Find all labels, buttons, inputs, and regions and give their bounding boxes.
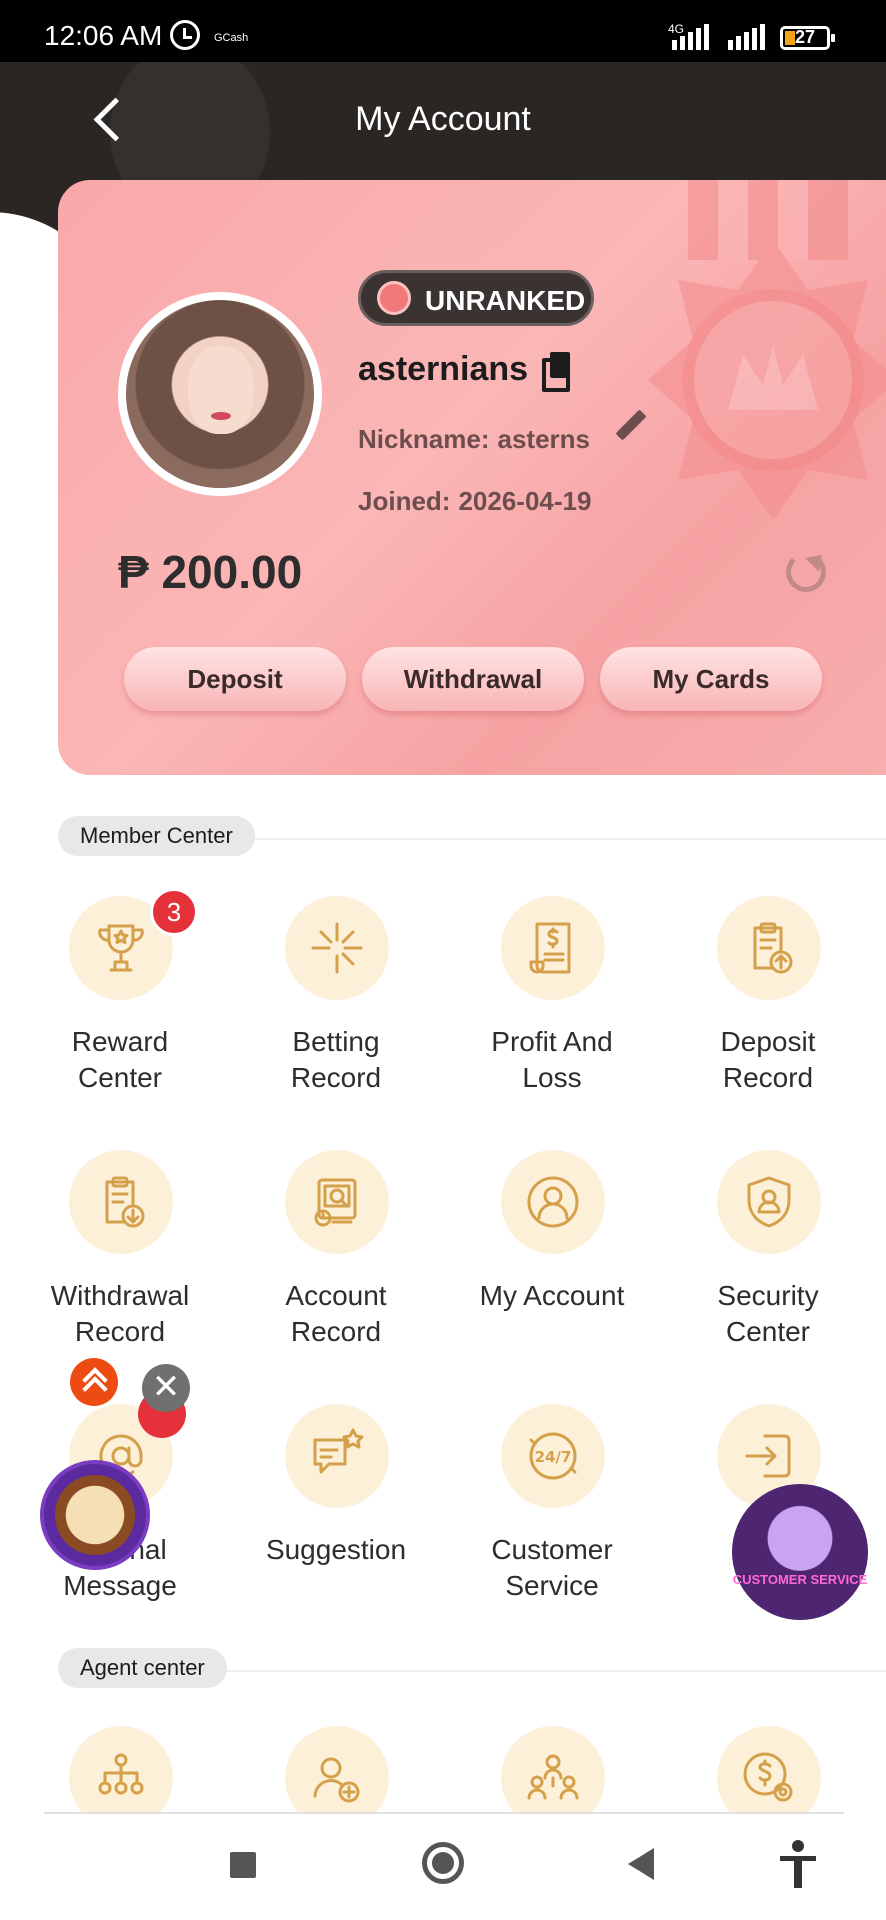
- clipboard-download-icon: [69, 1150, 173, 1254]
- menu-item-suggestion[interactable]: Suggestion: [228, 1404, 444, 1624]
- status-bar: 12:06 AM GCash 4G 27: [0, 0, 886, 62]
- user-circle-icon: [501, 1150, 605, 1254]
- menu-item-profit-and-loss[interactable]: Profit And Loss: [444, 896, 660, 1116]
- team-icon: [501, 1726, 605, 1812]
- my-cards-button[interactable]: My Cards: [600, 647, 822, 711]
- notification-badge: 3: [150, 888, 198, 936]
- withdrawal-button[interactable]: Withdrawal: [362, 647, 584, 711]
- profile-card: UNRANKED asternians Nickname: asterns Joi…: [58, 180, 886, 775]
- nickname-value: asterns: [497, 424, 591, 454]
- clipboard-upload-icon: [717, 896, 821, 1000]
- status-time: 12:06 AM: [44, 20, 163, 51]
- menu-item-my-account[interactable]: My Account: [444, 1150, 660, 1370]
- ledger-search-icon: [285, 1150, 389, 1254]
- menu-item-label: Reward Center: [71, 1026, 169, 1093]
- menu-item-reward-center[interactable]: 3 Reward Center: [12, 888, 228, 1116]
- scroll-top-icon[interactable]: [70, 1358, 118, 1406]
- section-divider: [240, 838, 886, 840]
- rank-medal-icon: [377, 281, 411, 315]
- menu-item-withdrawal-record[interactable]: Withdrawal Record: [12, 1150, 228, 1370]
- sparkle-icon: [285, 896, 389, 1000]
- menu-item-customer-service[interactable]: 24/7 Customer Service: [444, 1404, 660, 1624]
- nickname-row: Nickname: asterns: [358, 424, 590, 455]
- refresh-icon[interactable]: [786, 552, 826, 592]
- agent-item-org-chart[interactable]: [12, 1726, 228, 1812]
- agent-item-team[interactable]: [444, 1726, 660, 1812]
- balance: ₱ 200.00: [118, 546, 303, 598]
- signal-icon-2: [728, 22, 765, 50]
- deposit-button[interactable]: Deposit: [124, 647, 346, 711]
- menu-item-label: Profit And Loss: [491, 1026, 613, 1093]
- system-nav-bar: [0, 1814, 886, 1920]
- menu-item-account-record[interactable]: Account Record: [228, 1150, 444, 1370]
- battery-level: 27: [794, 27, 816, 47]
- customer-service-float-label: CUSTOMER SERVICE: [732, 1572, 868, 1587]
- menu-item-security-center[interactable]: Security Center: [660, 1150, 876, 1370]
- agent-center-title: Agent center: [58, 1648, 227, 1688]
- agent-item-add-user[interactable]: [228, 1726, 444, 1812]
- gcash-notification: GCash: [214, 32, 249, 44]
- add-user-icon: [285, 1726, 389, 1812]
- member-center-title: Member Center: [58, 816, 255, 856]
- alarm-icon: [170, 20, 200, 50]
- page-title: My Account: [355, 100, 531, 138]
- joined-label: Joined:: [358, 486, 451, 516]
- joined-date: 2026-04-19: [458, 486, 592, 516]
- copy-icon[interactable]: [542, 352, 572, 392]
- menu-item-deposit-record[interactable]: Deposit Record: [660, 896, 876, 1116]
- chat-star-icon: [285, 1404, 389, 1508]
- joined-row: Joined: 2026-04-19: [358, 486, 591, 517]
- rank-badge: UNRANKED: [358, 270, 594, 326]
- promo-bowl-icon[interactable]: [40, 1460, 150, 1570]
- edit-pencil-icon[interactable]: [615, 409, 647, 441]
- signal-icon: [672, 22, 709, 50]
- back-nav-icon[interactable]: [628, 1848, 654, 1880]
- menu-item-betting-record[interactable]: Betting Record: [228, 896, 444, 1116]
- menu-item-label: Withdrawal Record: [50, 1280, 190, 1347]
- menu-item-label: Suggestion: [265, 1534, 407, 1565]
- battery-icon: 27: [780, 26, 835, 50]
- medal-watermark-icon: [648, 180, 886, 520]
- receipt-dollar-icon: [501, 896, 605, 1000]
- menu-item-label: My Account: [479, 1280, 625, 1311]
- avatar-image: [126, 300, 314, 488]
- nickname-label: Nickname:: [358, 424, 490, 454]
- section-divider: [222, 1670, 886, 1672]
- shield-user-icon: [717, 1150, 821, 1254]
- close-float-button[interactable]: ✕: [142, 1364, 190, 1412]
- menu-item-label: Customer Service: [491, 1534, 613, 1601]
- menu-item-label: Deposit Record: [720, 1026, 816, 1093]
- menu-item-label: Account Record: [285, 1280, 387, 1347]
- menu-item-label: Security Center: [717, 1280, 819, 1347]
- recent-apps-icon[interactable]: [230, 1852, 256, 1878]
- agent-item-commission[interactable]: [660, 1726, 876, 1812]
- username: asternians: [358, 350, 529, 388]
- avatar[interactable]: [118, 292, 322, 496]
- svg-text:24/7: 24/7: [535, 1448, 572, 1466]
- home-icon[interactable]: [422, 1842, 464, 1884]
- accessibility-icon[interactable]: [778, 1840, 818, 1888]
- commission-icon: [717, 1726, 821, 1812]
- support-24-7-icon: 24/7: [501, 1404, 605, 1508]
- customer-service-float-button[interactable]: CUSTOMER SERVICE: [732, 1484, 868, 1620]
- org-chart-icon: [69, 1726, 173, 1812]
- rank-text: UNRANKED: [425, 285, 586, 316]
- menu-item-label: Betting Record: [290, 1026, 382, 1093]
